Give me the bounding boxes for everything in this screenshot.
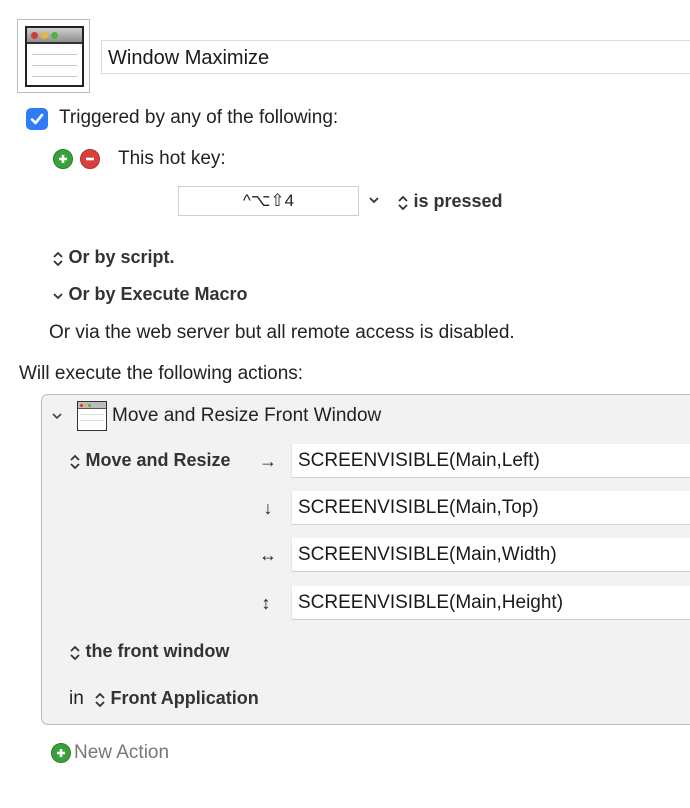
window-icon xyxy=(77,401,107,431)
top-field[interactable]: SCREENVISIBLE(Main,Top) xyxy=(291,491,690,525)
checkmark-icon xyxy=(30,113,44,125)
plus-circle-icon xyxy=(51,743,71,763)
target-app: Front Application xyxy=(110,688,259,708)
width-field[interactable]: SCREENVISIBLE(Main,Width) xyxy=(291,538,690,572)
script-trigger-label: Or by script. xyxy=(68,247,175,267)
chevron-down-icon xyxy=(53,293,63,300)
window-icon xyxy=(25,26,84,87)
new-action-button[interactable]: New Action xyxy=(51,742,169,764)
right-arrow-icon: → xyxy=(259,451,277,471)
target-app-popup[interactable]: Front Application xyxy=(94,688,259,710)
hotkey-condition-popup[interactable]: is pressed xyxy=(397,191,503,213)
chevron-down-icon xyxy=(369,197,379,204)
up-down-stepper-icon xyxy=(70,454,80,470)
up-down-stepper-icon xyxy=(70,645,80,661)
new-action-label: New Action xyxy=(74,742,170,763)
actions-heading: Will execute the following actions: xyxy=(19,363,304,384)
target-window-popup[interactable]: the front window xyxy=(69,641,229,663)
down-arrow-icon: ↓ xyxy=(263,498,273,518)
target-window: the front window xyxy=(85,641,230,661)
chevron-down-icon xyxy=(52,413,62,420)
height-field[interactable]: SCREENVISIBLE(Main,Height) xyxy=(291,586,690,620)
vertical-arrow-icon: ↕ xyxy=(261,593,271,613)
macro-icon[interactable] xyxy=(17,19,90,93)
hotkey-label: This hot key: xyxy=(118,148,226,169)
left-field[interactable]: SCREENVISIBLE(Main,Left) xyxy=(291,444,690,478)
horizontal-arrow-icon: ↔ xyxy=(259,545,277,565)
hotkey-condition: is pressed xyxy=(413,191,503,211)
up-down-stepper-icon xyxy=(398,195,408,211)
collapse-action-toggle[interactable] xyxy=(50,409,64,428)
move-resize-mode: Move and Resize xyxy=(85,450,231,470)
plus-icon xyxy=(59,155,67,163)
remove-trigger-button[interactable] xyxy=(80,149,100,169)
move-resize-mode-popup[interactable]: Move and Resize xyxy=(69,450,231,472)
script-trigger-popup[interactable]: Or by script. xyxy=(52,247,174,269)
in-label: in xyxy=(69,688,84,709)
action-title: Move and Resize Front Window xyxy=(112,405,382,426)
up-down-stepper-icon xyxy=(53,251,63,267)
execute-macro-label: Or by Execute Macro xyxy=(68,284,248,304)
minus-icon xyxy=(86,157,94,161)
web-server-note: Or via the web server but all remote acc… xyxy=(49,322,515,343)
up-down-stepper-icon xyxy=(95,692,105,708)
hotkey-dropdown[interactable] xyxy=(367,193,381,212)
execute-macro-trigger[interactable]: Or by Execute Macro xyxy=(52,284,248,306)
triggered-label: Triggered by any of the following: xyxy=(59,107,339,128)
triggered-checkbox[interactable] xyxy=(26,108,48,130)
hotkey-field[interactable]: ^⌥⇧4 xyxy=(178,186,359,216)
add-trigger-button[interactable] xyxy=(53,149,73,169)
macro-name-field[interactable]: Window Maximize xyxy=(101,40,690,74)
